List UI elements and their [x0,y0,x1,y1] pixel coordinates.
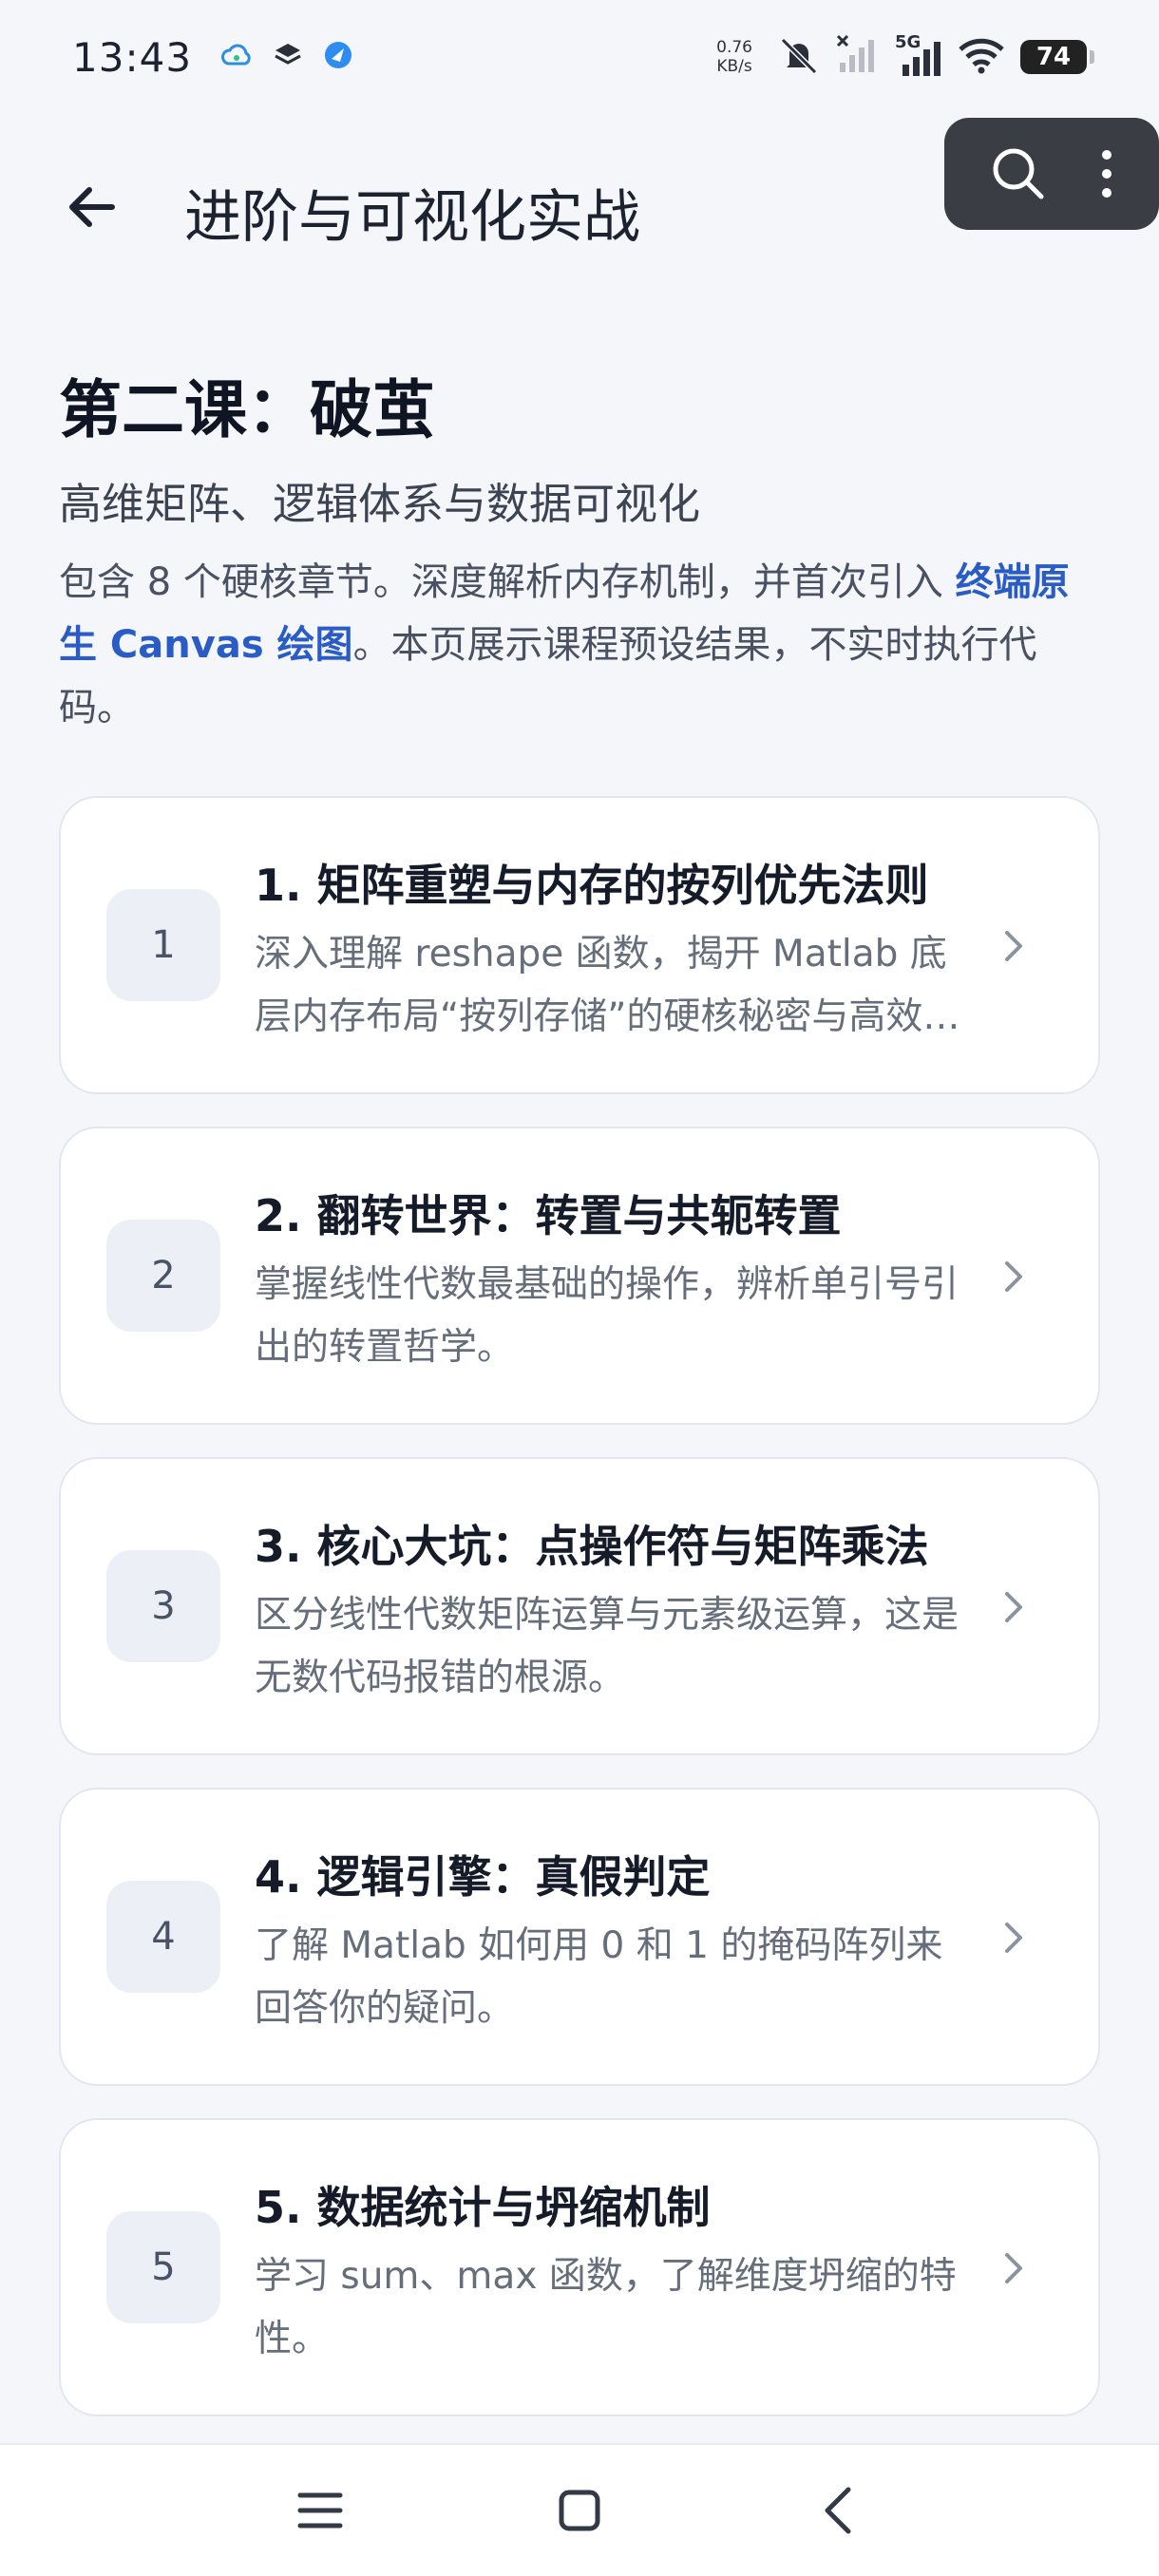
chevron-left-icon [825,2487,851,2534]
net-speed-unit: KB/s [716,57,752,76]
arrow-left-icon [69,187,115,227]
home-square-icon [559,2490,600,2531]
home-button[interactable] [546,2477,613,2544]
chapter-description: 深入理解 reshape 函数，揭开 Matlab 底层内存布局“按列存储”的硬… [255,933,960,1038]
menu-icon [297,2492,343,2529]
chapter-card-2[interactable]: 2 2. 翻转世界：转置与共轭转置 掌握线性代数最基础的操作，辨析单引号引出的转… [59,1127,1100,1425]
net-speed-value: 0.76 [716,38,752,57]
battery-level: 74 [1036,43,1072,71]
notification-icons [220,40,353,74]
chapter-card-4[interactable]: 4 4. 逻辑引擎：真假判定 了解 Matlab 如何用 0 和 1 的掩码阵列… [59,1788,1100,2086]
layers-icon [274,41,302,73]
system-indicators: 0.76 KB/s 5G 74 [716,32,1094,80]
chapter-number-badge: 3 [106,1550,220,1662]
lesson-title: 第二课：破茧 [59,373,435,446]
net-speed: 0.76 KB/s [716,38,752,76]
status-time: 13:43 [72,33,193,81]
search-button[interactable] [988,143,1049,204]
chapter-description: 掌握线性代数最基础的操作，辨析单引号引出的转置哲学。 [255,1263,960,1369]
signal-5g-icon: 5G [895,32,942,78]
chapter-number-badge: 4 [106,1881,220,1993]
chevron-right-icon [1005,2253,1022,2283]
chapter-title: 4. 逻辑引擎：真假判定 [255,1851,711,1903]
chapter-title: 1. 矩阵重塑与内存的按列优先法则 [255,860,929,911]
chapter-title: 3. 核心大坑：点操作符与矩阵乘法 [255,1521,929,1572]
more-options-button[interactable] [1097,143,1116,204]
lesson-subtitle: 高维矩阵、逻辑体系与数据可视化 [59,479,701,529]
page-title: 进阶与可视化实战 [184,184,640,251]
lesson-description: 包含 8 个硬核章节。深度解析内存机制，并首次引入 终端原生 Canvas 绘图… [59,551,1104,739]
chapter-title: 2. 翻转世界：转置与共轭转置 [255,1190,842,1241]
chapter-description: 学习 sum、max 函数，了解维度坍缩的特性。 [255,2255,957,2360]
chapter-title: 5. 数据统计与坍缩机制 [255,2182,711,2233]
chevron-right-icon [1005,931,1022,961]
search-icon [993,148,1043,199]
chapter-card-3[interactable]: 3 3. 核心大坑：点操作符与矩阵乘法 区分线性代数矩阵运算与元素级运算，这是无… [59,1457,1100,1755]
recent-apps-button[interactable] [287,2477,353,2544]
back-button[interactable] [61,177,122,237]
chapter-description: 了解 Matlab 如何用 0 和 1 的掩码阵列来回答你的疑问。 [255,1924,943,2030]
bell-muted-icon [777,34,821,80]
chevron-right-icon [1005,1261,1022,1292]
lesson-description-text: 包含 8 个硬核章节。深度解析内存机制，并首次引入 [59,560,956,604]
more-vertical-icon [1101,150,1112,198]
system-navigation-bar [0,2443,1159,2576]
status-bar: 13:43 0.76 KB/s 5G 74 [0,0,1159,114]
app-badge-icon [323,40,353,74]
chapter-number-badge: 2 [106,1220,220,1332]
system-back-button[interactable] [806,2477,872,2544]
chevron-right-icon [1005,1592,1022,1622]
battery-indicator: 74 [1020,40,1094,74]
chapter-description: 区分线性代数矩阵运算与元素级运算，这是无数代码报错的根源。 [255,1594,960,1699]
chevron-right-icon [1005,1923,1022,1953]
chapter-number-badge: 5 [106,2211,220,2323]
wifi-icon [958,36,1005,78]
cloud-icon [220,41,253,73]
app-screen: 13:43 0.76 KB/s 5G 74 进阶与可视化实战 第二课：破茧 高维… [0,0,1159,2576]
signal-off-icon [836,34,880,80]
app-header: 进阶与可视化实战 [0,118,1159,275]
chapter-number-badge: 1 [106,889,220,1001]
toolbar-actions [944,118,1159,230]
chapter-card-5[interactable]: 5 5. 数据统计与坍缩机制 学习 sum、max 函数，了解维度坍缩的特性。 [59,2118,1100,2416]
chapter-card-1[interactable]: 1 1. 矩阵重塑与内存的按列优先法则 深入理解 reshape 函数，揭开 M… [59,796,1100,1094]
